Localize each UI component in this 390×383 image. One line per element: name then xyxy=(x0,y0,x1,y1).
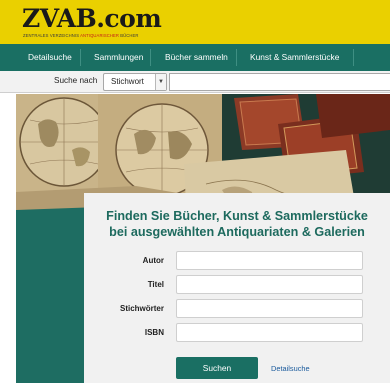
advanced-search-panel: Finden Sie Bücher, Kunst & Sammlerstücke… xyxy=(84,193,390,383)
title-field[interactable] xyxy=(176,275,363,294)
author-label: Autor xyxy=(142,256,164,265)
headline-line-1: Finden Sie Bücher, Kunst & Sammlerstücke xyxy=(106,209,368,223)
search-bar: Suche nach Stichwort ▼ xyxy=(0,71,390,93)
search-input[interactable] xyxy=(169,73,390,91)
chevron-down-icon: ▼ xyxy=(155,74,166,90)
search-by-label: Suche nach xyxy=(54,76,98,85)
nav-item-kunst-sammlerstuecke[interactable]: Kunst & Sammlerstücke xyxy=(250,44,339,71)
hero-headline: Finden Sie Bücher, Kunst & Sammlerstücke… xyxy=(84,208,390,240)
nav-item-detailsuche[interactable]: Detailsuche xyxy=(28,44,72,71)
search-type-select[interactable]: Stichwort ▼ xyxy=(103,73,167,91)
search-type-value: Stichwort xyxy=(111,77,144,86)
nav-divider xyxy=(236,49,237,66)
keywords-label: Stichwörter xyxy=(119,304,164,313)
nav-divider xyxy=(150,49,151,66)
keywords-field[interactable] xyxy=(176,299,363,318)
zvab-logo[interactable]: ZVAB.com ZENTRALES VERZEICHNIS ANTIQUARI… xyxy=(22,4,162,42)
main-nav: Detailsuche Sammlungen Bücher sammeln Ku… xyxy=(0,44,390,71)
nav-divider xyxy=(353,49,354,66)
site-header: ZVAB.com ZENTRALES VERZEICHNIS ANTIQUARI… xyxy=(0,0,390,44)
author-field[interactable] xyxy=(176,251,363,270)
headline-line-2: bei ausgewählten Antiquariaten & Galerie… xyxy=(109,225,365,239)
nav-divider xyxy=(80,49,81,66)
title-label: Titel xyxy=(147,280,164,289)
logo-tagline: ZENTRALES VERZEICHNIS ANTIQUARISCHER BÜC… xyxy=(23,33,139,38)
nav-item-buecher-sammeln[interactable]: Bücher sammeln xyxy=(165,44,228,71)
isbn-field[interactable] xyxy=(176,323,363,342)
advanced-search-link[interactable]: Detailsuche xyxy=(271,364,310,373)
nav-item-sammlungen[interactable]: Sammlungen xyxy=(94,44,143,71)
isbn-label: ISBN xyxy=(144,328,164,337)
search-button[interactable]: Suchen xyxy=(176,357,258,379)
logo-text: ZVAB.com xyxy=(22,4,162,33)
